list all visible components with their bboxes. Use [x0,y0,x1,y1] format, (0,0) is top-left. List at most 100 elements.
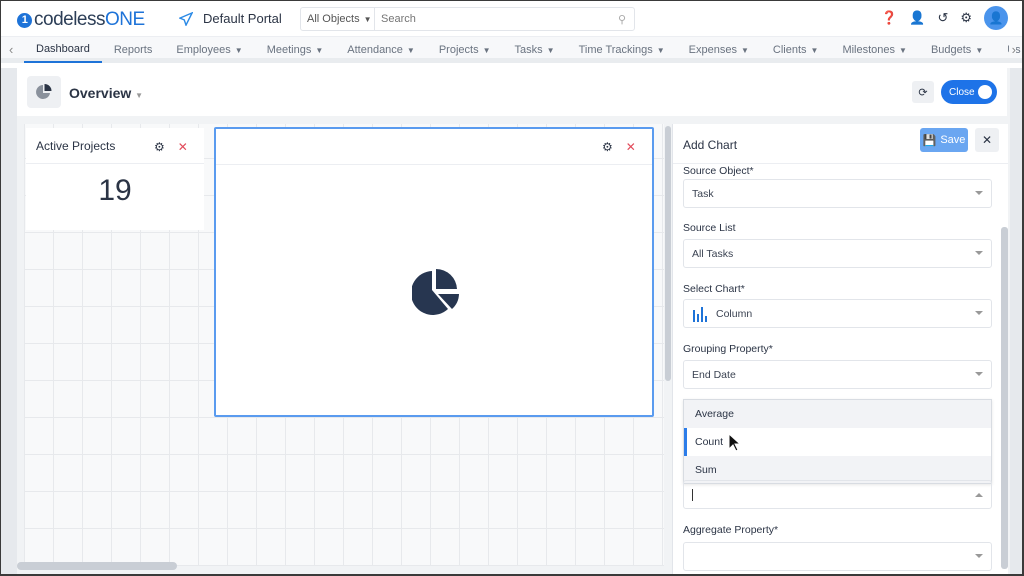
nav-tab-dashboard[interactable]: Dashboard [24,37,102,63]
pie-chart-placeholder-icon [412,269,459,315]
portal-switcher[interactable]: Default Portal [179,11,282,26]
aggregate-function-input[interactable] [683,480,992,509]
caret-down-icon [975,251,983,255]
nav-tab-label: Projects [438,44,479,56]
aggregate-property-select[interactable] [683,542,992,571]
logo[interactable]: 1 codeless ONE [17,9,145,31]
toggle-label: Close [949,86,975,98]
nav-tab-attendance[interactable]: Attendance ▼ [335,37,427,63]
option-average[interactable]: Average [684,400,991,428]
caret-down-icon [975,554,983,558]
close-icon[interactable]: ✕ [626,140,636,154]
dashboard-grid: Active Projects ⚙ ✕ 19 ⚙ ✕ [24,124,664,566]
close-icon[interactable]: ✕ [178,140,188,154]
nav-tab-meetings[interactable]: Meetings ▼ [255,37,336,63]
nav-tab-label: Meetings [266,44,312,56]
caret-down-icon: ▼ [740,45,749,55]
nav-scroll-left-icon[interactable]: ‹ [9,42,13,57]
caret-down-icon: ▼ [656,45,665,55]
nav-tab-clients[interactable]: Clients ▼ [761,37,831,63]
panel-scrollbar[interactable] [1001,227,1008,569]
canvas-vertical-scrollbar[interactable] [665,126,671,381]
edit-mode-toggle[interactable]: Close [941,80,997,104]
caret-down-icon [975,311,983,315]
widget-value: 19 [98,174,132,207]
save-label: Save [940,134,966,146]
nav-tab-label: Employees [176,44,231,56]
nav-tab-label: Expenses [688,44,737,56]
source-list-select[interactable]: All Tasks [683,239,992,268]
column-chart-icon [693,306,707,322]
widget-title: Active Projects [36,138,116,153]
floppy-icon: 💾 [922,134,937,147]
panel-title: Add Chart [683,138,738,152]
logo-accent: ONE [105,9,145,30]
source-list-value: All Tasks [692,247,734,260]
gear-icon[interactable]: ⚙ [960,10,972,26]
nav-tab-reports[interactable]: Reports [102,37,165,63]
search-icon[interactable]: ⚲ [610,8,634,30]
nav-tab-tasks[interactable]: Tasks ▼ [503,37,567,63]
avatar[interactable]: 👤 [984,6,1008,30]
nav-tab-label: Tasks [514,44,543,56]
nav-tab-employees[interactable]: Employees ▼ [164,37,254,63]
nav-tab-label: Attendance [347,44,403,56]
nav-tab-expenses[interactable]: Expenses ▼ [677,37,761,63]
logo-text: codeless [34,9,106,30]
nav-tab-milestones[interactable]: Milestones ▼ [830,37,919,63]
panel-form: Source Object* Task Source List All Task… [673,165,1001,574]
nav-tab-label: Dashboard [36,43,90,55]
refresh-button[interactable]: ⟳ [912,81,934,103]
caret-down-icon: ▼ [810,45,819,55]
left-gutter [1,68,17,574]
widget-active-projects[interactable]: Active Projects ⚙ ✕ 19 [26,128,204,230]
chart-type-value: Column [716,307,753,320]
text-caret [692,488,693,501]
chart-type-select[interactable]: Column [683,299,992,328]
history-icon[interactable]: ↺ [937,10,948,26]
caret-down-icon [975,191,983,195]
dashboard-area: Overview ▼ ⟳ Close Active Projects ⚙ ✕ 19… [1,68,1022,574]
gear-icon[interactable]: ⚙ [154,140,165,154]
top-bar: 1 codeless ONE Default Portal All Objects ▼… [1,1,1022,37]
widget-new-chart[interactable]: ⚙ ✕ [214,127,654,417]
mouse-cursor-icon [728,433,742,452]
add-user-icon[interactable]: 👤 [909,10,925,26]
header-actions: ❓ 👤 ↺ ⚙ 👤 [881,6,1008,30]
add-chart-panel: Add Chart 💾 Save ✕ Source Object* Task So… [672,124,1008,574]
app-window: 1 codeless ONE Default Portal All Objects ▼… [1,1,1022,574]
dashboard-title: Overview [69,85,132,101]
nav-tab-time-trackings[interactable]: Time Trackings ▼ [567,37,677,63]
caret-down-icon: ▼ [363,14,372,24]
search-scope-select[interactable]: All Objects ▼ [301,8,375,30]
save-button[interactable]: 💾 Save [920,128,968,152]
source-object-select[interactable]: Task [683,179,992,208]
aggregate-property-label: Aggregate Property* [683,524,779,536]
caret-down-icon: ▼ [135,91,144,100]
global-search: All Objects▼ ⚲ [300,7,635,31]
search-input[interactable] [375,8,610,30]
nav-tab-budgets[interactable]: Budgets ▼ [919,37,995,63]
help-icon[interactable]: ❓ [881,10,897,26]
caret-down-icon: ▼ [315,45,324,55]
widget-header [216,129,652,165]
grouping-property-select[interactable]: End Date [683,360,992,389]
caret-down-icon: ▼ [406,45,415,55]
main-nav: ‹ Dashboard Reports Employees ▼ Meetings ▼ Att… [1,37,1022,63]
nav-tab-label: Clients [772,44,807,56]
caret-down-icon: ▼ [234,45,243,55]
search-scope-value: All Objects [307,13,360,25]
canvas-horizontal-scrollbar[interactable] [17,562,177,570]
nav-tab-label: Time Trackings [578,44,653,56]
caret-down-icon: ▼ [899,45,907,55]
close-panel-button[interactable]: ✕ [975,128,999,152]
gear-icon[interactable]: ⚙ [602,140,613,154]
dashboard-title-dropdown[interactable]: Overview ▼ [69,85,143,101]
source-object-value: Task [692,187,714,200]
nav-items: Dashboard Reports Employees ▼ Meetings ▼ Atten… [24,37,1022,63]
nav-scroll-right-icon[interactable]: › [1008,42,1016,57]
right-gutter [1010,68,1022,574]
nav-tab-projects[interactable]: Projects ▼ [427,37,503,63]
dashboard-header: Overview ▼ ⟳ Close [17,68,1007,116]
paper-plane-icon [179,11,193,26]
